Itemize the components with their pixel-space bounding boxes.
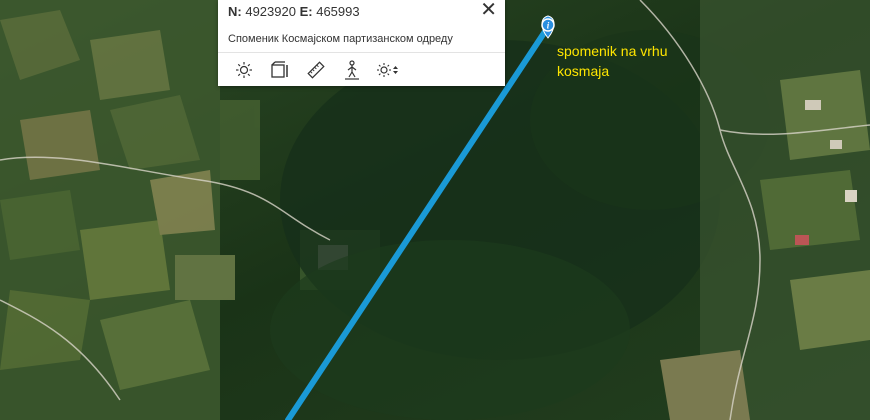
- popup-divider: [218, 52, 505, 53]
- north-value: 4923920: [245, 4, 296, 19]
- sun-icon: [236, 62, 252, 78]
- 3d-view-icon: [271, 61, 288, 78]
- map-label-line2: kosmaja: [557, 63, 610, 79]
- measure-ruler-icon: [307, 61, 325, 79]
- info-popup: N: 4923920 E: 465993 ✕ Споменик Космајск…: [218, 0, 505, 86]
- east-value: 465993: [316, 4, 360, 19]
- sun-time-icon: [377, 63, 398, 77]
- coordinates: N: 4923920 E: 465993: [228, 4, 360, 19]
- route-walker-icon: [345, 60, 359, 80]
- poi-name: Споменик Космајском партизанском одреду: [228, 33, 453, 45]
- map-label-line1: spomenik na vrhu: [557, 43, 668, 59]
- north-label: N:: [228, 4, 242, 19]
- measure-button[interactable]: [298, 58, 334, 82]
- east-label: E:: [299, 4, 313, 19]
- sun-time-button[interactable]: [370, 58, 406, 82]
- route-button[interactable]: [334, 58, 370, 82]
- 3d-view-button[interactable]: [262, 58, 298, 82]
- popup-toolbar: [226, 58, 406, 82]
- close-icon: ✕: [480, 0, 497, 21]
- map-label: spomenik na vrhu kosmaja: [557, 41, 668, 81]
- close-button[interactable]: ✕: [480, 0, 497, 20]
- sun-button[interactable]: [226, 58, 262, 82]
